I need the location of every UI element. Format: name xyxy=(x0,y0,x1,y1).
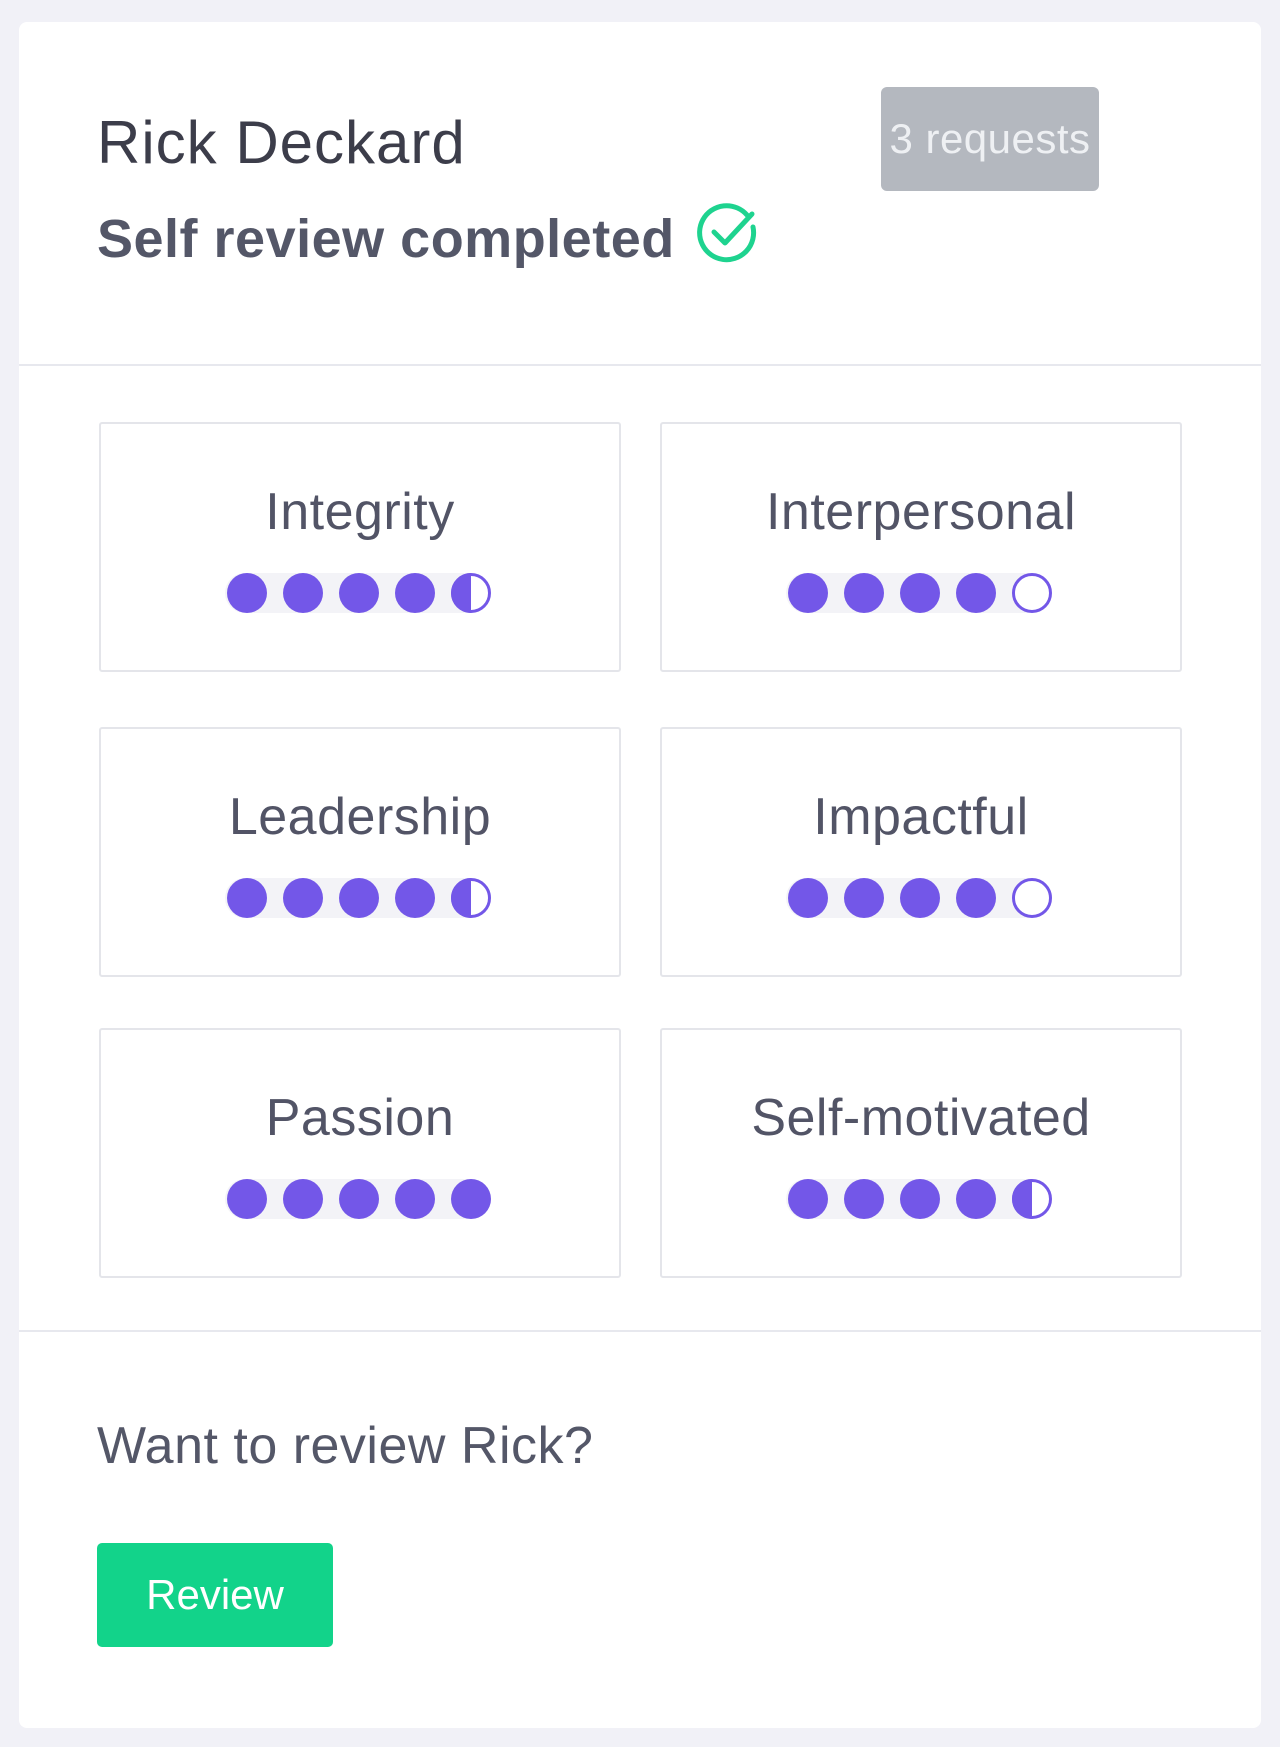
rating-dot-empty xyxy=(1012,573,1052,613)
rating-dots-svg xyxy=(788,573,1052,613)
rating-dot-full xyxy=(395,1179,435,1219)
rating-dot-full xyxy=(283,1179,323,1219)
rating-dot-full xyxy=(283,878,323,918)
rating-dot-full xyxy=(956,573,996,613)
status-text: Self review completed xyxy=(97,209,675,269)
review-button[interactable]: Review xyxy=(97,1543,333,1647)
rating-dot-full xyxy=(956,878,996,918)
review-prompt: Want to review Rick? xyxy=(97,1417,594,1475)
rating-dot-full xyxy=(395,878,435,918)
person-name: Rick Deckard xyxy=(97,109,466,176)
rating-dot-full xyxy=(844,878,884,918)
person-review-card: Rick Deckard Self review completed 3 req… xyxy=(19,22,1261,1728)
rating-dot-full xyxy=(395,573,435,613)
rating-dot-full xyxy=(956,1179,996,1219)
rating-dots xyxy=(786,1179,1052,1219)
rating-dot-half xyxy=(1012,1179,1052,1219)
rating-dot-full xyxy=(339,573,379,613)
rating-dot-full xyxy=(451,1179,491,1219)
rating-dot-full xyxy=(227,1179,267,1219)
rating-dots-svg xyxy=(788,878,1052,918)
rating-dot-full xyxy=(900,878,940,918)
trait-label: Passion xyxy=(265,1089,455,1147)
card-header: Rick Deckard Self review completed 3 req… xyxy=(19,22,1261,366)
trait-label: Leadership xyxy=(228,788,492,846)
trait-label: Self-motivated xyxy=(751,1089,1091,1147)
rating-dot-full xyxy=(788,878,828,918)
rating-dots xyxy=(786,573,1052,613)
rating-dots xyxy=(786,878,1052,918)
rating-dot-half xyxy=(451,878,491,918)
rating-dot-full xyxy=(339,878,379,918)
trait-label: Impactful xyxy=(813,788,1029,846)
rating-dot-full xyxy=(844,1179,884,1219)
rating-dots xyxy=(225,573,491,613)
rating-dot-full xyxy=(283,573,323,613)
rating-dot-full xyxy=(339,1179,379,1219)
trait-card-integrity: Integrity xyxy=(99,422,621,672)
trait-label: Interpersonal xyxy=(765,483,1077,541)
rating-dots-svg xyxy=(227,573,491,613)
rating-dot-full xyxy=(227,573,267,613)
self-review-status: Self review completed xyxy=(97,203,759,271)
rating-dots-svg xyxy=(227,878,491,918)
rating-dot-full xyxy=(788,573,828,613)
rating-dot-full xyxy=(788,1179,828,1219)
trait-card-impactful: Impactful xyxy=(660,727,1182,977)
trait-grid: Integrity Interpersonal Leadership Impac… xyxy=(19,366,1261,1332)
rating-dots-svg xyxy=(227,1179,491,1219)
card-footer: Want to review Rick? Review xyxy=(19,1332,1261,1728)
rating-dot-full xyxy=(900,1179,940,1219)
rating-dot-full xyxy=(227,878,267,918)
trait-card-leadership: Leadership xyxy=(99,727,621,977)
trait-card-passion: Passion xyxy=(99,1028,621,1278)
rating-dot-empty xyxy=(1012,878,1052,918)
rating-dot-full xyxy=(844,573,884,613)
check-circle-icon xyxy=(695,201,759,265)
rating-dot-full xyxy=(900,573,940,613)
rating-dots xyxy=(225,878,491,918)
trait-card-interpersonal: Interpersonal xyxy=(660,422,1182,672)
rating-dots-svg xyxy=(788,1179,1052,1219)
trait-label: Integrity xyxy=(265,483,455,541)
requests-button[interactable]: 3 requests xyxy=(881,87,1099,191)
trait-card-self-motivated: Self-motivated xyxy=(660,1028,1182,1278)
rating-dots xyxy=(225,1179,491,1219)
rating-dot-half xyxy=(451,573,491,613)
